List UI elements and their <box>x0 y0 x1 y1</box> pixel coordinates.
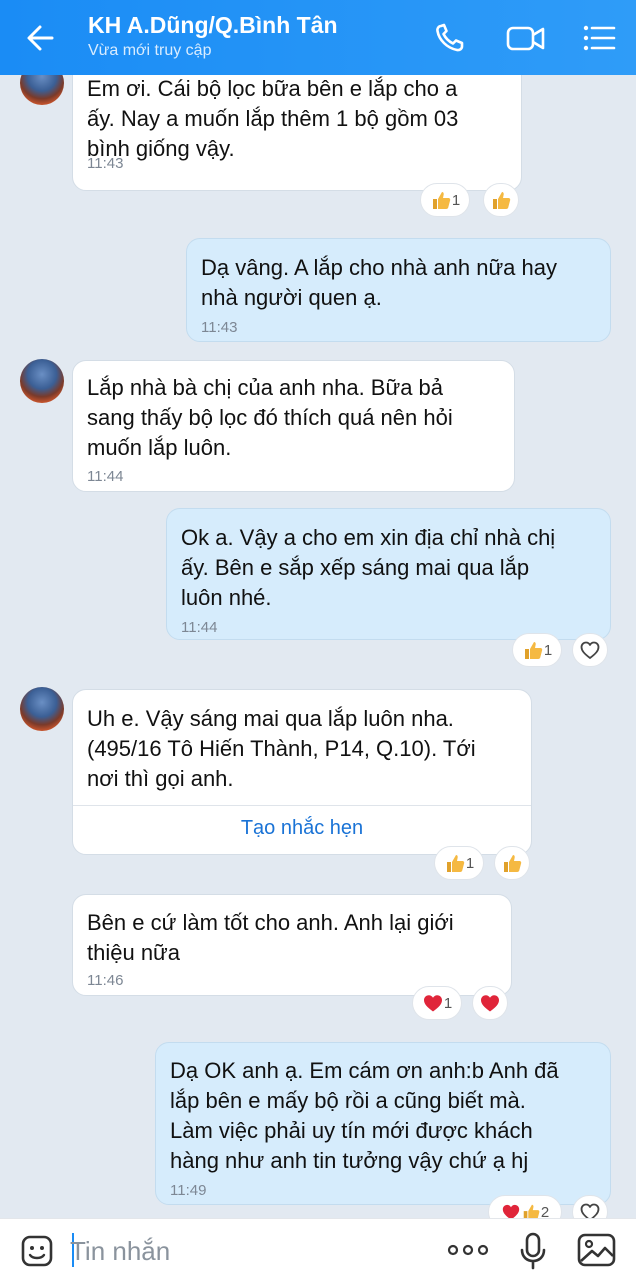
message-list[interactable]: Em ơi. Cái bộ lọc bữa bên e lắp cho a ấy… <box>0 75 636 1218</box>
thumbs-up-icon <box>524 642 543 659</box>
message-time: 11:43 <box>87 155 124 172</box>
message-bubble[interactable]: Em ơi. Cái bộ lọc bữa bên e lắp cho a ấy… <box>72 75 522 191</box>
contact-status: Vừa mới truy cập <box>88 42 212 59</box>
reaction-count: 1 <box>443 994 453 1012</box>
heart-icon <box>423 995 442 1012</box>
thumbs-up-icon <box>432 192 451 209</box>
divider <box>73 805 531 806</box>
video-call-button[interactable] <box>505 20 545 56</box>
menu-button[interactable] <box>580 20 618 56</box>
message-bubble[interactable]: Dạ vâng. A lắp cho nhà anh nữa hay nhà n… <box>186 238 611 342</box>
heart-icon <box>502 1204 520 1218</box>
message-bubble[interactable]: Bên e cứ làm tốt cho anh. Anh lại giới t… <box>72 894 512 996</box>
reaction-count: 1 <box>451 191 461 209</box>
contact-name[interactable]: KH A.Dũng/Q.Bình Tân <box>88 12 338 39</box>
avatar[interactable] <box>20 687 64 731</box>
message-text: Bên e cứ làm tốt cho anh. Anh lại giới t… <box>87 910 454 965</box>
message-time: 11:44 <box>181 619 218 636</box>
heart-outline-icon <box>580 641 600 659</box>
message-text: Em ơi. Cái bộ lọc bữa bên e lắp cho a ấy… <box>87 76 459 161</box>
message-time: 11:44 <box>87 468 124 485</box>
list-menu-icon <box>583 25 616 51</box>
voice-record-button[interactable] <box>518 1231 548 1276</box>
reaction-summary[interactable]: 2 <box>488 1195 562 1218</box>
react-button[interactable] <box>483 183 519 217</box>
reaction-count: 1 <box>465 854 475 872</box>
message-time: 11:46 <box>87 972 124 989</box>
react-button[interactable] <box>572 633 608 667</box>
message-text: Lắp nhà bà chị của anh nha. Bữa bả sang … <box>87 375 453 460</box>
reaction-summary[interactable]: 1 <box>512 633 562 667</box>
phone-icon <box>436 23 464 52</box>
message-text: Dạ OK anh ạ. Em cám ơn anh:b Anh đã lắp … <box>170 1058 559 1173</box>
thumbs-up-icon <box>446 855 465 872</box>
thumbs-up-icon <box>523 1204 540 1218</box>
avatar[interactable] <box>20 75 64 105</box>
chat-header: KH A.Dũng/Q.Bình Tân Vừa mới truy cập <box>0 0 636 75</box>
message-input[interactable] <box>70 1231 430 1271</box>
reaction-summary[interactable]: 1 <box>420 183 470 217</box>
thumbs-up-icon <box>493 192 511 209</box>
message-time: 11:49 <box>170 1182 207 1199</box>
avatar[interactable] <box>20 359 64 403</box>
message-text: Ok a. Vậy a cho em xin địa chỉ nhà chị ấ… <box>181 525 556 610</box>
image-icon <box>577 1233 616 1267</box>
thumbs-up-icon <box>504 855 522 872</box>
heart-outline-icon <box>580 1203 600 1218</box>
reaction-count: 2 <box>540 1203 550 1219</box>
voice-call-button[interactable] <box>432 20 470 56</box>
message-bubble[interactable]: Ok a. Vậy a cho em xin địa chỉ nhà chị ấ… <box>166 508 611 640</box>
sticker-icon <box>21 1235 53 1267</box>
message-text: Dạ vâng. A lắp cho nhà anh nữa hay nhà n… <box>201 255 557 310</box>
heart-icon <box>481 995 499 1012</box>
reaction-summary[interactable]: 1 <box>412 986 462 1020</box>
arrow-left-icon <box>27 25 54 51</box>
message-bubble[interactable]: Lắp nhà bà chị của anh nha. Bữa bả sang … <box>72 360 515 492</box>
sticker-button[interactable] <box>20 1234 56 1273</box>
video-camera-icon <box>506 26 545 51</box>
more-button[interactable] <box>446 1237 490 1268</box>
react-button[interactable] <box>494 846 530 880</box>
react-button[interactable] <box>472 986 508 1020</box>
reaction-count: 1 <box>543 641 553 659</box>
create-reminder-link[interactable]: Tạo nhắc hẹn <box>73 817 531 840</box>
back-button[interactable] <box>22 20 62 56</box>
message-text: Uh e. Vậy sáng mai qua lắp luôn nha. (49… <box>87 706 476 791</box>
message-bubble[interactable]: Uh e. Vậy sáng mai qua lắp luôn nha. (49… <box>72 689 532 855</box>
message-time: 11:43 <box>201 319 238 336</box>
gallery-button[interactable] <box>576 1232 618 1273</box>
microphone-icon <box>520 1232 546 1270</box>
more-dots-icon <box>447 1244 489 1256</box>
message-composer <box>0 1218 636 1280</box>
reaction-summary[interactable]: 1 <box>434 846 484 880</box>
message-bubble[interactable]: Dạ OK anh ạ. Em cám ơn anh:b Anh đã lắp … <box>155 1042 611 1205</box>
